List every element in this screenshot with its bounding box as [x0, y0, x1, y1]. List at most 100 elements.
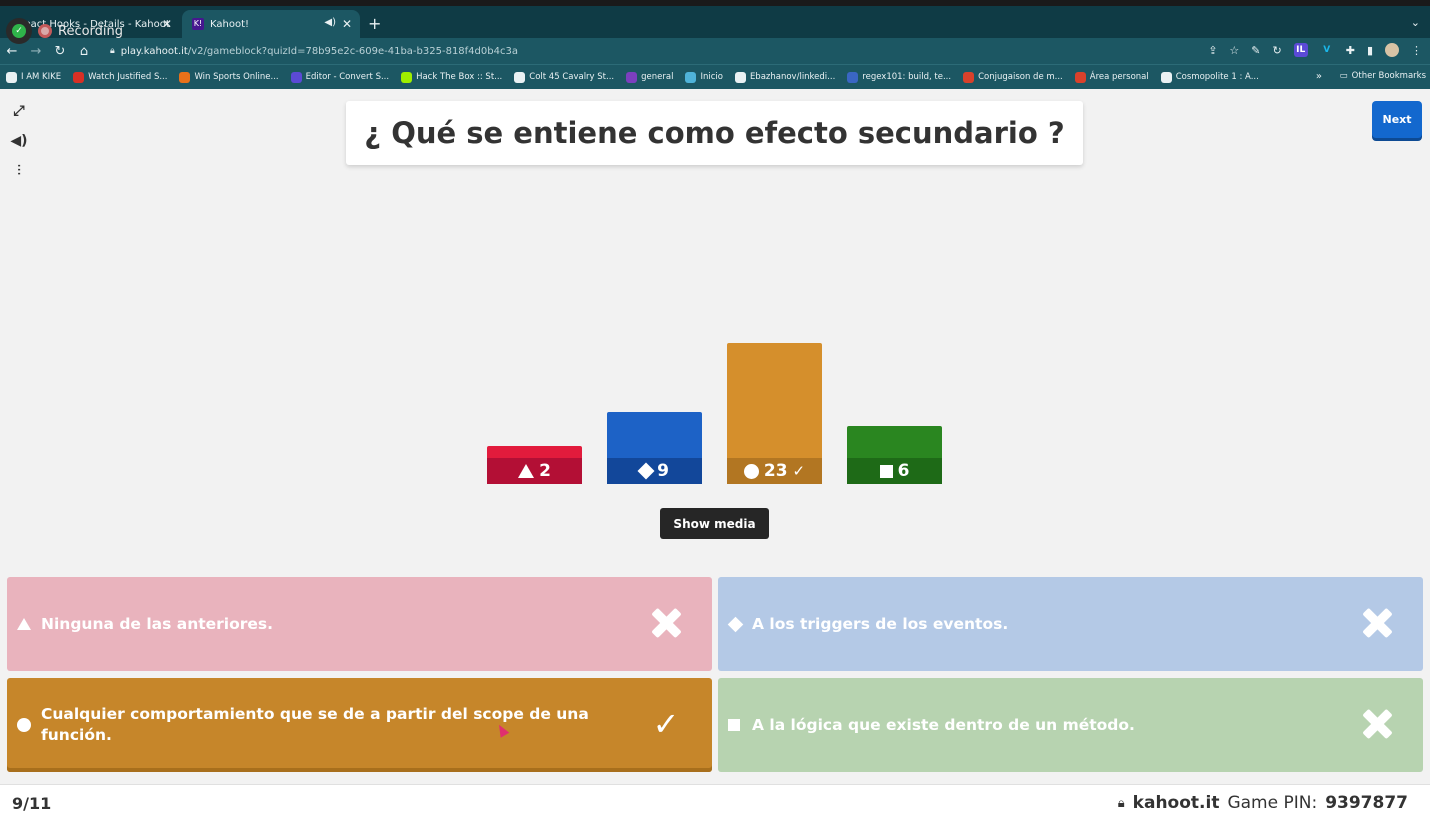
show-media-button[interactable]: Show media	[660, 508, 769, 539]
close-icon[interactable]: ✕	[342, 17, 352, 31]
share-icon[interactable]: ⇪	[1208, 44, 1217, 57]
volume-icon[interactable]: ◀)	[8, 133, 30, 153]
square-icon	[728, 719, 740, 731]
bookmark-favicon-icon	[626, 71, 638, 83]
bookmark-item[interactable]: Conjugaison de m...	[963, 71, 1063, 83]
other-bookmarks[interactable]: ▭ Other Bookmarks	[1340, 71, 1426, 81]
bookmark-favicon-icon	[734, 71, 746, 83]
recording-indicator: ✓ Recording	[6, 18, 123, 44]
bookmark-label: Inicio	[700, 72, 723, 82]
bookmark-label: Hack The Box :: St...	[416, 72, 503, 82]
bookmarks-overflow-icon[interactable]: »	[1316, 71, 1322, 82]
url-host: play.kahoot.it	[120, 45, 188, 57]
bookmark-label: Conjugaison de m...	[978, 72, 1063, 82]
bookmark-item[interactable]: I AM KIKE	[6, 71, 62, 83]
address-bar: ← → ↻ ⌂ 🔒︎ play.kahoot.it/v2/gameblock?q…	[0, 38, 1430, 64]
bookmark-label: Colt 45 Cavalry St...	[529, 72, 615, 82]
bookmark-item[interactable]: Ebazhanov/linkedi...	[734, 71, 835, 83]
result-count: 6	[897, 461, 910, 481]
url-field[interactable]: 🔒︎ play.kahoot.it/v2/gameblock?quizId=78…	[110, 46, 518, 57]
bookmark-item[interactable]: Área personal	[1074, 71, 1149, 83]
home-icon[interactable]: ⌂	[72, 44, 96, 59]
bookmark-item[interactable]: Colt 45 Cavalry St...	[514, 71, 615, 83]
puzzle-extensions-icon[interactable]: ✚	[1346, 44, 1355, 57]
speaker-icon[interactable]: ◀)	[324, 17, 336, 28]
game-pin-label: Game PIN:	[1227, 793, 1318, 813]
bookmark-item[interactable]: Hack The Box :: St...	[401, 71, 503, 83]
recording-label: Recording	[58, 23, 124, 39]
bookmark-item[interactable]: Inicio	[685, 71, 723, 83]
tab-kahoot[interactable]: K! Kahoot! ◀) ✕	[182, 10, 360, 38]
result-bar-square: 6	[847, 426, 942, 484]
bookmark-item[interactable]: Editor - Convert S...	[290, 71, 390, 83]
refresh-extension-icon[interactable]: ↻	[1273, 44, 1282, 57]
incorrect-x-icon	[1359, 605, 1395, 641]
back-arrow-icon[interactable]: ←	[0, 44, 24, 59]
bookmark-item[interactable]: general	[626, 71, 673, 83]
correct-check-icon: ✓	[652, 705, 680, 743]
bookmark-label: Editor - Convert S...	[305, 72, 390, 82]
bookmark-favicon-icon	[290, 71, 302, 83]
side-tools: ⤢ ◀) ⫶	[8, 103, 30, 183]
fullscreen-icon[interactable]: ⤢	[8, 103, 30, 123]
diamond-icon	[727, 616, 744, 632]
game-pin-info: 🔒︎ kahoot.it Game PIN: 9397877	[1118, 793, 1408, 813]
bookmarks-bar: I AM KIKE Watch Justified S... Win Sports …	[0, 64, 1430, 89]
answer-option-diamond[interactable]: A los triggers de los eventos.	[718, 577, 1423, 671]
url-path: /v2/gameblock?quizId=78b95e2c-609e-41ba-…	[187, 45, 518, 57]
bookmark-favicon-icon	[6, 71, 17, 83]
pen-extension-icon[interactable]: ✎	[1251, 44, 1260, 57]
bookmark-item[interactable]: Watch Justified S...	[73, 71, 167, 83]
chevron-down-icon[interactable]: ⌄	[1411, 16, 1420, 29]
next-button[interactable]: Next	[1372, 101, 1422, 138]
bookmark-favicon-icon	[1160, 71, 1172, 83]
result-bar-triangle: 2	[487, 446, 582, 484]
answer-option-circle[interactable]: Cualquier comportamiento que se de a par…	[7, 678, 712, 772]
footer-bar: 9/11 🔒︎ kahoot.it Game PIN: 9397877	[0, 784, 1430, 821]
triangle-icon	[518, 464, 535, 478]
answer-option-triangle[interactable]: Ninguna de las anteriores.	[7, 577, 712, 671]
bookmark-favicon-icon	[179, 71, 191, 83]
result-bar-diamond: 9	[607, 412, 702, 484]
result-bar-circle: 23 ✓	[727, 343, 822, 484]
vimeo-extension-icon[interactable]: V	[1320, 43, 1334, 57]
circle-icon	[17, 718, 31, 732]
profile-avatar-icon[interactable]	[1385, 43, 1399, 57]
bookmark-item[interactable]: Cosmopolite 1 : A...	[1160, 71, 1259, 83]
square-icon	[879, 464, 893, 478]
result-bar-label: 9	[607, 458, 702, 484]
result-bar-label: 23 ✓	[727, 458, 822, 484]
star-icon[interactable]: ☆	[1229, 44, 1239, 57]
result-count: 23	[763, 461, 788, 481]
reload-icon[interactable]: ↻	[48, 44, 72, 59]
result-count: 9	[657, 461, 669, 481]
bookmark-favicon-icon	[73, 71, 85, 83]
forward-arrow-icon[interactable]: →	[24, 44, 48, 59]
bookmark-item[interactable]: Win Sports Online...	[179, 71, 279, 83]
answer-option-square[interactable]: A la lógica que existe dentro de un méto…	[718, 678, 1423, 772]
bookmark-favicon-icon	[847, 71, 859, 83]
question-counter: 9/11	[12, 794, 52, 813]
answer-text: A la lógica que existe dentro de un méto…	[752, 715, 1135, 734]
bookmark-label: Área personal	[1089, 72, 1149, 82]
settings-sliders-icon[interactable]: ⫶	[8, 163, 30, 183]
triangle-icon	[17, 618, 31, 630]
sidebar-panel-icon[interactable]: ▮	[1367, 44, 1373, 57]
il-extension-icon[interactable]: IL	[1293, 43, 1308, 57]
result-count: 2	[539, 461, 551, 481]
answer-text: A los triggers de los eventos.	[752, 614, 1009, 633]
bookmark-favicon-icon	[963, 71, 975, 83]
bookmark-label: Cosmopolite 1 : A...	[1175, 72, 1259, 82]
bookmark-label: I AM KIKE	[21, 72, 62, 82]
close-icon[interactable]: ✕	[162, 17, 172, 31]
record-dot-icon	[38, 24, 52, 38]
new-tab-plus-icon[interactable]: +	[368, 14, 381, 33]
shield-check-icon: ✓	[6, 18, 32, 44]
answer-text: Cualquier comportamiento que se de a par…	[41, 705, 589, 744]
folder-icon: ▭	[1339, 71, 1348, 81]
bookmark-item[interactable]: regex101: build, te...	[847, 71, 951, 83]
kebab-menu-icon[interactable]: ⋮	[1411, 44, 1422, 57]
bookmark-favicon-icon	[1074, 71, 1086, 83]
tab-bar: React Hooks - Details - Kahoot ✕ K! Kaho…	[0, 6, 1430, 38]
question-title: ¿ Qué se entiene como efecto secundario …	[346, 101, 1083, 165]
